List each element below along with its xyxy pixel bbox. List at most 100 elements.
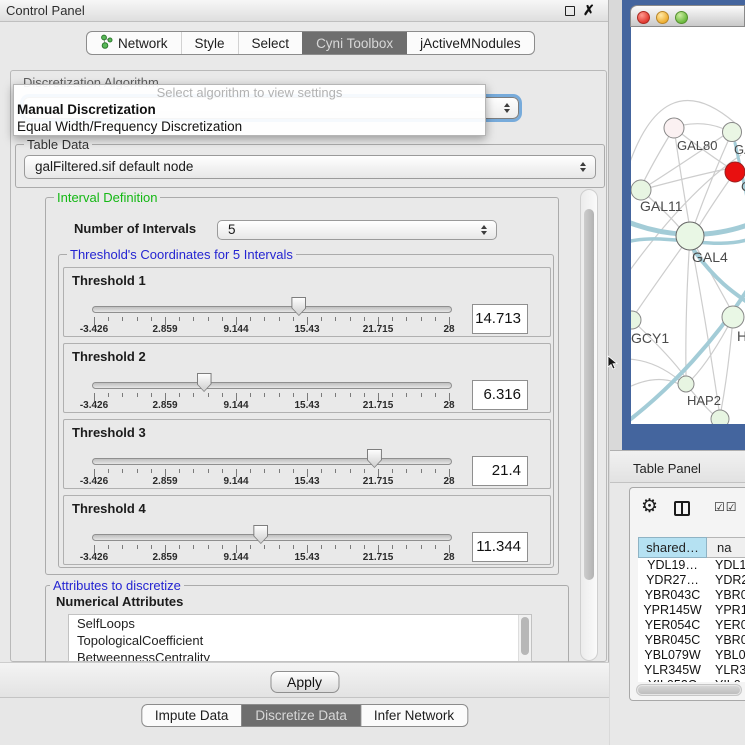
GAL11-node[interactable] <box>631 180 651 200</box>
table-row[interactable]: YIL052CYIL0 <box>638 678 745 682</box>
threshold-value-field[interactable]: 11.344 <box>472 532 528 562</box>
tick-label: 2.859 <box>152 476 177 487</box>
table-hscrollbar-thumb[interactable] <box>638 686 740 694</box>
GAL4-node[interactable] <box>676 222 704 250</box>
cell-shared-name[interactable]: YBR045C <box>638 633 707 648</box>
close-traffic-light[interactable] <box>637 11 650 24</box>
HAP2-node[interactable] <box>678 376 694 392</box>
apply-button[interactable]: Apply <box>270 671 339 693</box>
number-of-intervals-combobox[interactable]: 5 <box>217 220 497 240</box>
table-row[interactable]: YDL19…YDL1 <box>638 558 745 573</box>
attribute-item[interactable]: TopologicalCoefficient <box>69 632 531 649</box>
zoom-traffic-light[interactable] <box>675 11 688 24</box>
numerical-attributes-list[interactable]: SelfLoopsTopologicalCoefficientBetweenne… <box>68 614 532 662</box>
table-row[interactable]: YBR045CYBR0 <box>638 633 745 648</box>
threshold-slider-thumb[interactable] <box>197 373 212 392</box>
table-data-value: galFiltered.sif default node <box>35 159 193 174</box>
cell-name[interactable]: YBR0 <box>707 588 745 603</box>
tick-mark <box>122 393 123 397</box>
GAL80-node[interactable] <box>664 118 684 138</box>
cell-name[interactable]: YDL1 <box>707 558 745 573</box>
list-scrollbar[interactable] <box>518 615 531 661</box>
threshold-label: Threshold 1 <box>72 273 146 288</box>
threshold-slider-thumb[interactable] <box>291 297 306 316</box>
threshold-slider-thumb[interactable] <box>367 449 382 468</box>
cell-name[interactable]: YER0 <box>707 618 745 633</box>
bottom-node[interactable] <box>711 410 729 424</box>
table-hscrollbar[interactable] <box>636 684 742 696</box>
cell-shared-name[interactable]: YDL19… <box>638 558 707 573</box>
tick-label: 28 <box>443 552 454 563</box>
table-row[interactable]: YER054CYER0 <box>638 618 745 633</box>
tick-label: 9.144 <box>223 324 248 335</box>
cell-name[interactable]: YIL0 <box>707 678 745 682</box>
tab-infer-network[interactable]: Infer Network <box>360 705 467 726</box>
attribute-item[interactable]: BetweennessCentrality <box>69 649 531 662</box>
tick-mark <box>293 545 294 549</box>
cell-shared-name[interactable]: YBR043C <box>638 588 707 603</box>
popup-option-1[interactable]: Equal Width/Frequency Discretization <box>14 118 485 135</box>
tab-label: Infer Network <box>374 708 454 723</box>
settings-icon[interactable]: ⚙ <box>641 495 658 518</box>
table-row[interactable]: YBL079WYBL0 <box>638 648 745 663</box>
minimize-traffic-light[interactable] <box>656 11 669 24</box>
cell-name[interactable]: YLR3 <box>707 663 745 678</box>
checkbox-icons[interactable]: ☑☑ <box>714 500 738 514</box>
split-view-icon[interactable] <box>674 501 690 516</box>
table-row[interactable]: YBR043CYBR0 <box>638 588 745 603</box>
tick-mark <box>421 393 422 397</box>
panel-scrollbar-thumb[interactable] <box>584 209 594 580</box>
cell-name[interactable]: YDR2 <box>707 573 745 588</box>
close-icon[interactable]: ✗ <box>583 2 595 19</box>
tab-select[interactable]: Select <box>238 32 303 54</box>
network-canvas[interactable]: GAL80GACGAL11GAL4GCY1HHAP2 <box>631 27 745 424</box>
tick-mark <box>350 393 351 397</box>
tick-mark <box>222 317 223 321</box>
threshold-slider-track[interactable] <box>92 534 452 541</box>
threshold-value-field[interactable]: 21.4 <box>472 456 528 486</box>
tick-mark <box>179 317 180 321</box>
threshold-value-field[interactable]: 14.713 <box>472 304 528 334</box>
tab-discretize-data[interactable]: Discretize Data <box>241 705 360 726</box>
table-row[interactable]: YPR145WYPR1 <box>638 603 745 618</box>
attribute-item[interactable]: SelfLoops <box>69 615 531 632</box>
threshold-slider-track[interactable] <box>92 382 452 389</box>
tab-jactivemnodules[interactable]: jActiveMNodules <box>406 32 534 54</box>
cell-shared-name[interactable]: YLR345W <box>638 663 707 678</box>
cell-name[interactable]: YBR0 <box>707 633 745 648</box>
cell-shared-name[interactable]: YER054C <box>638 618 707 633</box>
threshold-value-field[interactable]: 6.316 <box>472 380 528 410</box>
threshold-slider-track[interactable] <box>92 458 452 465</box>
tab-style[interactable]: Style <box>181 32 238 54</box>
table-row[interactable]: YDR27…YDR2 <box>638 573 745 588</box>
top-right-node[interactable] <box>723 123 742 142</box>
tab-cyni-toolbox[interactable]: Cyni Toolbox <box>302 32 406 54</box>
H-node[interactable] <box>722 306 744 328</box>
cell-name[interactable]: YBL0 <box>707 648 745 663</box>
tick-mark <box>350 317 351 321</box>
tab-label: Select <box>252 36 290 51</box>
tab-impute-data[interactable]: Impute Data <box>142 705 242 726</box>
threshold-panel-1: Threshold 1-3.4262.8599.14415.4321.71528… <box>63 267 551 337</box>
column-header-name[interactable]: na <box>707 537 745 558</box>
cell-shared-name[interactable]: YIL052C <box>638 678 707 682</box>
panel-scrollbar[interactable] <box>580 189 598 661</box>
popup-option-0[interactable]: Manual Discretization <box>14 101 485 118</box>
network-window-titlebar[interactable] <box>630 5 745 27</box>
cell-shared-name[interactable]: YBL079W <box>638 648 707 663</box>
tick-mark <box>435 393 436 397</box>
cell-shared-name[interactable]: YDR27… <box>638 573 707 588</box>
float-window-icon[interactable] <box>565 6 575 16</box>
tick-label: 2.859 <box>152 400 177 411</box>
cell-name[interactable]: YPR1 <box>707 603 745 618</box>
cell-shared-name[interactable]: YPR145W <box>638 603 707 618</box>
threshold-slider-track[interactable] <box>92 306 452 313</box>
list-scrollbar-thumb[interactable] <box>521 617 529 655</box>
tab-network[interactable]: Network <box>87 32 181 54</box>
column-header-shared-name[interactable]: shared… <box>638 537 707 558</box>
table-row[interactable]: YLR345WYLR3 <box>638 663 745 678</box>
table-data-combobox[interactable]: galFiltered.sif default node <box>24 155 596 179</box>
threshold-slider-thumb[interactable] <box>253 525 268 544</box>
tick-mark <box>208 545 209 549</box>
GCY1-node[interactable] <box>631 311 641 329</box>
